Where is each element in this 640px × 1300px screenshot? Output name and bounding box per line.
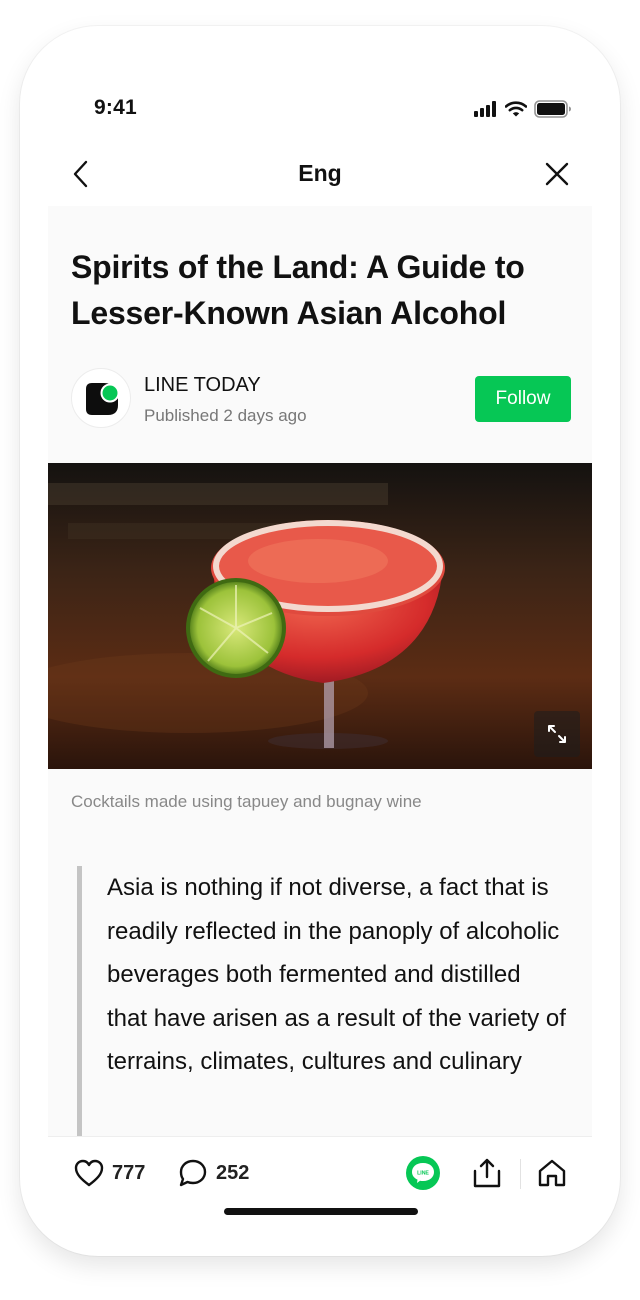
cocktail-photo <box>48 463 592 769</box>
expand-icon <box>548 725 566 743</box>
status-time: 9:41 <box>94 96 137 119</box>
expand-image-button[interactable] <box>534 711 580 757</box>
article-body[interactable]: Spirits of the Land: A Guide to Lesser-K… <box>48 206 592 1136</box>
language-title[interactable]: Eng <box>48 160 592 187</box>
comment-count: 252 <box>216 1161 250 1184</box>
share-icon <box>473 1158 501 1188</box>
line-today-logo-icon <box>86 383 120 415</box>
nav-bar: Eng <box>48 146 592 202</box>
screen: 9:41 Eng Spirits of the Land: A Guide to… <box>48 54 592 1228</box>
image-caption: Cocktails made using tapuey and bugnay w… <box>71 792 422 811</box>
home-button[interactable] <box>537 1137 567 1209</box>
share-button[interactable] <box>472 1137 502 1209</box>
close-icon <box>545 162 569 186</box>
like-count: 777 <box>112 1161 146 1184</box>
blockquote: Asia is nothing if not diverse, a fact t… <box>77 866 567 1136</box>
status-bar: 9:41 <box>48 54 592 124</box>
wifi-icon <box>505 101 527 117</box>
heart-icon <box>74 1159 104 1187</box>
home-indicator[interactable] <box>224 1208 418 1215</box>
status-icons <box>474 100 572 118</box>
line-icon: LINE <box>406 1156 440 1190</box>
signal-icon <box>474 101 496 117</box>
published-time: Published 2 days ago <box>144 406 307 425</box>
action-divider <box>520 1159 521 1189</box>
like-button[interactable]: 777 <box>74 1137 145 1209</box>
home-icon <box>538 1159 566 1187</box>
comment-button[interactable]: 252 <box>178 1137 249 1209</box>
comment-icon <box>179 1159 207 1187</box>
follow-button[interactable]: Follow <box>475 376 571 422</box>
publisher-row: LINE TODAY Published 2 days ago Follow <box>71 368 571 430</box>
bottom-action-bar: 777 252 LINE <box>48 1136 592 1208</box>
line-badge-text: LINE <box>417 1171 429 1177</box>
quote-text: Asia is nothing if not diverse, a fact t… <box>107 874 566 1076</box>
battery-icon <box>534 100 571 118</box>
article-headline: Spirits of the Land: A Guide to Lesser-K… <box>71 249 525 331</box>
hero-image[interactable] <box>48 463 592 769</box>
publisher-logo[interactable] <box>71 368 131 428</box>
line-share-button[interactable]: LINE <box>405 1137 441 1209</box>
publisher-name[interactable]: LINE TODAY <box>144 374 261 397</box>
phone-frame: 9:41 Eng Spirits of the Land: A Guide to… <box>20 26 620 1256</box>
close-button[interactable] <box>542 158 572 190</box>
